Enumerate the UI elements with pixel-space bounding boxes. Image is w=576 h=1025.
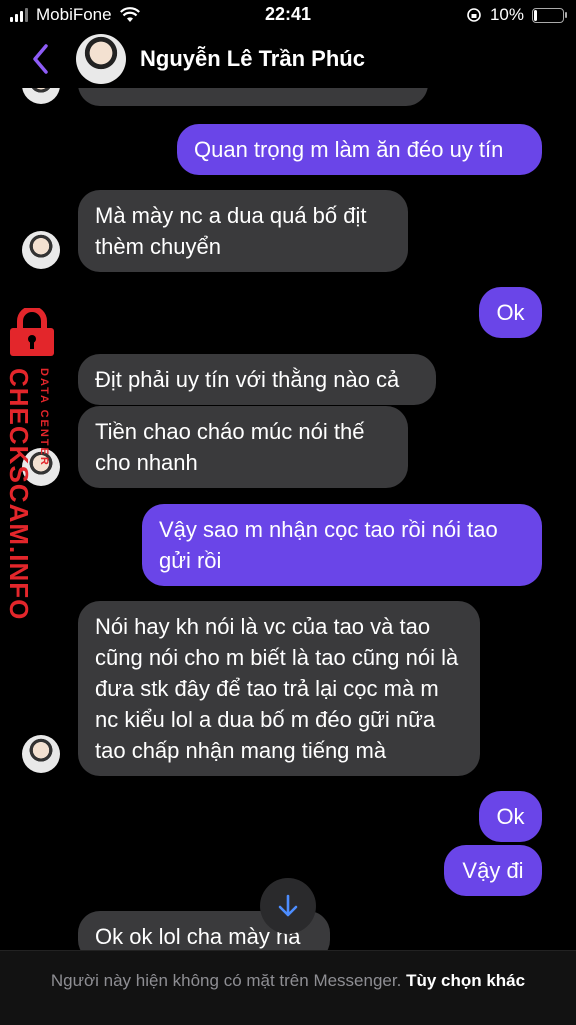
battery-percent: 10%: [489, 5, 524, 24]
status-bar: MobiFone 22:41 10%: [0, 0, 576, 30]
contact-avatar[interactable]: [76, 34, 126, 84]
footer-text: Người này hiện không có mặt trên Messeng…: [0, 951, 576, 993]
message-bubble-incoming[interactable]: Nói hay kh nói là vc của tao và tao cũng…: [78, 601, 480, 776]
orientation-lock-icon: [467, 8, 481, 22]
watermark: CHECKSCAM.INFO DATA CENTER: [0, 308, 66, 620]
message-bubble-incoming[interactable]: Tiền chao cháo múc nói thế cho nhanh: [78, 406, 408, 488]
avatar: [22, 735, 60, 773]
arrow-down-icon: [278, 894, 298, 917]
message-list[interactable]: Quan trọng m làm ăn đéo uy tín Mà mày nc…: [0, 88, 576, 950]
message-bubble-outgoing[interactable]: Vậy sao m nhận cọc tao rồi nói tao gửi r…: [142, 504, 542, 586]
chevron-left-icon[interactable]: [30, 42, 52, 76]
scroll-to-bottom-button[interactable]: [260, 878, 316, 934]
unavailable-notice: Người này hiện không có mặt trên Messeng…: [50, 971, 402, 990]
battery-icon: [532, 7, 567, 23]
more-options-link[interactable]: Tùy chọn khác: [406, 971, 525, 990]
message-bubble-outgoing[interactable]: Ok: [479, 287, 542, 338]
message-bubble-outgoing[interactable]: Vậy đi: [444, 845, 542, 896]
message-bubble-outgoing[interactable]: Ok: [479, 791, 542, 842]
conversation-header: Nguyễn Lê Trần Phúc: [0, 30, 576, 88]
message-bubble-incoming[interactable]: Địt phải uy tín với thằng nào cả: [78, 354, 436, 405]
status-right: 10%: [466, 5, 567, 25]
watermark-text: CHECKSCAM.INFO DATA CENTER: [0, 368, 50, 620]
lock-icon: [10, 308, 54, 356]
composer-footer: Người này hiện không có mặt trên Messeng…: [0, 950, 576, 1025]
watermark-sub: DATA CENTER: [38, 368, 50, 467]
contact-name[interactable]: Nguyễn Lê Trần Phúc: [140, 46, 365, 72]
message-bubble-outgoing[interactable]: Quan trọng m làm ăn đéo uy tín: [177, 124, 542, 175]
avatar: [22, 88, 60, 104]
watermark-main: CHECKSCAM.INFO: [4, 368, 34, 621]
message-bubble-incoming: [78, 88, 428, 106]
message-bubble-incoming[interactable]: Mà mày nc a dua quá bố địt thèm chuyển: [78, 190, 408, 272]
avatar: [22, 231, 60, 269]
